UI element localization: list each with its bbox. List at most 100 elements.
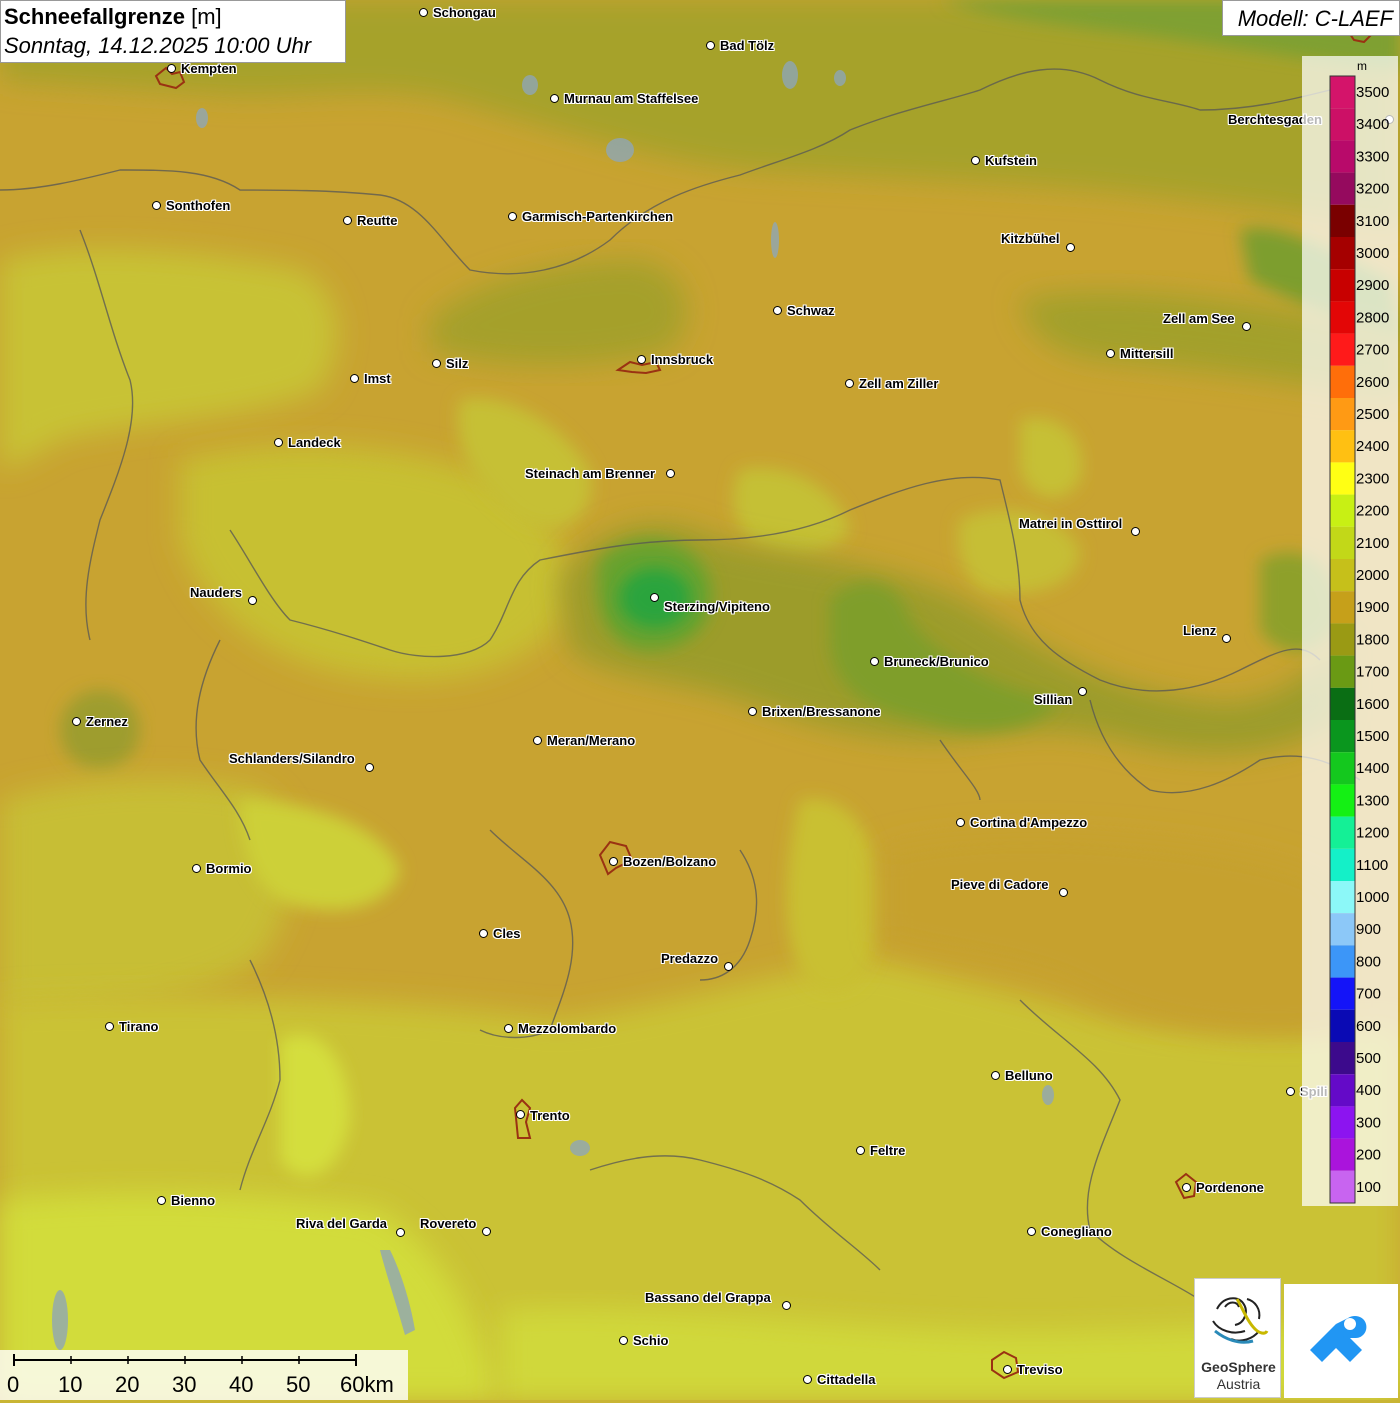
legend-label: 500 xyxy=(1356,1050,1381,1067)
city-marker-icon[interactable] xyxy=(1286,1087,1295,1096)
legend-swatch xyxy=(1330,301,1355,334)
city-marker-icon[interactable] xyxy=(152,201,161,210)
legend-swatch xyxy=(1330,108,1355,141)
city-marker-icon[interactable] xyxy=(991,1071,1000,1080)
legend-swatch xyxy=(1330,494,1355,527)
legend-label: 2300 xyxy=(1356,470,1389,487)
city-marker-icon[interactable] xyxy=(248,596,257,605)
city-marker-icon[interactable] xyxy=(782,1301,791,1310)
city-label: Bienno xyxy=(171,1193,216,1208)
legend-label: 1800 xyxy=(1356,631,1389,648)
city-marker-icon[interactable] xyxy=(1003,1365,1012,1374)
city-marker-icon[interactable] xyxy=(609,857,618,866)
warn-app-logo[interactable] xyxy=(1284,1284,1398,1398)
city-marker-icon[interactable] xyxy=(343,216,352,225)
legend-swatch xyxy=(1330,76,1355,109)
city-marker-icon[interactable] xyxy=(479,929,488,938)
map-title: Schneefallgrenze [m] xyxy=(4,4,222,29)
city-label: Bassano del Grappa xyxy=(645,1290,771,1305)
legend-label: 2400 xyxy=(1356,438,1389,455)
city-marker-icon[interactable] xyxy=(396,1228,405,1237)
city-marker-icon[interactable] xyxy=(533,736,542,745)
city-marker-icon[interactable] xyxy=(504,1024,513,1033)
city-marker-icon[interactable] xyxy=(419,8,428,17)
city-label: Treviso xyxy=(1017,1362,1063,1377)
city-marker-icon[interactable] xyxy=(432,359,441,368)
city-marker-icon[interactable] xyxy=(72,717,81,726)
city-label: Bad Tölz xyxy=(720,38,775,53)
geosphere-logo[interactable]: GeoSphere Austria xyxy=(1194,1278,1281,1398)
city-marker-icon[interactable] xyxy=(365,763,374,772)
city-marker-icon[interactable] xyxy=(1059,888,1068,897)
city-marker-icon[interactable] xyxy=(971,156,980,165)
city-marker-icon[interactable] xyxy=(803,1375,812,1384)
city-marker-icon[interactable] xyxy=(956,818,965,827)
city-label: Sterzing/Vipiteno xyxy=(664,599,770,614)
city-label: Cles xyxy=(493,926,521,941)
city-marker-icon[interactable] xyxy=(350,374,359,383)
city-marker-icon[interactable] xyxy=(724,962,733,971)
city-marker-icon[interactable] xyxy=(650,593,659,602)
city-marker-icon[interactable] xyxy=(1066,243,1075,252)
legend-swatch xyxy=(1330,977,1355,1010)
geosphere-logo-text: GeoSphere xyxy=(1201,1359,1276,1375)
legend-label: 2200 xyxy=(1356,503,1389,520)
geosphere-emblem-icon xyxy=(1212,1297,1269,1344)
city-marker-icon[interactable] xyxy=(637,355,646,364)
legend-label: 1500 xyxy=(1356,728,1389,745)
city-marker-icon[interactable] xyxy=(167,64,176,73)
city-marker-icon[interactable] xyxy=(274,438,283,447)
legend-label: 800 xyxy=(1356,953,1381,970)
city-marker-icon[interactable] xyxy=(105,1022,114,1031)
legend-swatch xyxy=(1330,1106,1355,1139)
legend-swatch xyxy=(1330,1042,1355,1075)
city-label: Murnau am Staffelsee xyxy=(564,91,699,106)
city-label: Kempten xyxy=(181,61,237,76)
city-label: Garmisch-Partenkirchen xyxy=(522,209,674,224)
city-label: Predazzo xyxy=(661,951,719,966)
legend-swatch xyxy=(1330,269,1355,302)
city-marker-icon[interactable] xyxy=(666,469,675,478)
scale-tick-40: 40 xyxy=(229,1372,254,1397)
city-marker-icon[interactable] xyxy=(1027,1227,1036,1236)
legend-label: 3300 xyxy=(1356,148,1389,165)
city-marker-icon[interactable] xyxy=(1106,349,1115,358)
scale-tick-30: 30 xyxy=(172,1372,197,1397)
legend-label: 1600 xyxy=(1356,696,1389,713)
legend-label: 1900 xyxy=(1356,599,1389,616)
city-marker-icon[interactable] xyxy=(748,707,757,716)
city-label: Pieve di Cadore xyxy=(951,877,1049,892)
city-marker-icon[interactable] xyxy=(856,1146,865,1155)
city-label: Lienz xyxy=(1183,623,1217,638)
city-marker-icon[interactable] xyxy=(516,1110,525,1119)
city-marker-icon[interactable] xyxy=(1078,687,1087,696)
geosphere-logo-subtext: Austria xyxy=(1216,1376,1261,1392)
city-marker-icon[interactable] xyxy=(619,1336,628,1345)
city-marker-icon[interactable] xyxy=(1182,1183,1191,1192)
scale-bar: 0 10 20 30 40 50 60km xyxy=(0,1350,408,1400)
legend-label: 2800 xyxy=(1356,309,1389,326)
legend-label: 3000 xyxy=(1356,245,1389,262)
city-marker-icon[interactable] xyxy=(773,306,782,315)
city-label: Brixen/Bressanone xyxy=(762,704,881,719)
city-label: Landeck xyxy=(288,435,341,450)
city-marker-icon[interactable] xyxy=(845,379,854,388)
city-marker-icon[interactable] xyxy=(192,864,201,873)
city-marker-icon[interactable] xyxy=(1131,527,1140,536)
warn-app-icon xyxy=(1310,1316,1367,1362)
city-label: Cittadella xyxy=(817,1372,876,1387)
city-marker-icon[interactable] xyxy=(482,1227,491,1236)
scale-tick-10: 10 xyxy=(58,1372,83,1397)
city-marker-icon[interactable] xyxy=(1222,634,1231,643)
city-marker-icon[interactable] xyxy=(550,94,559,103)
legend-swatch xyxy=(1330,333,1355,366)
city-label: Pordenone xyxy=(1196,1180,1264,1195)
legend-swatch xyxy=(1330,462,1355,495)
city-marker-icon[interactable] xyxy=(1242,322,1251,331)
city-label: Matrei in Osttirol xyxy=(1019,516,1123,531)
city-marker-icon[interactable] xyxy=(157,1196,166,1205)
city-marker-icon[interactable] xyxy=(508,212,517,221)
city-marker-icon[interactable] xyxy=(870,657,879,666)
city-label: Zernez xyxy=(86,714,128,729)
city-marker-icon[interactable] xyxy=(706,41,715,50)
